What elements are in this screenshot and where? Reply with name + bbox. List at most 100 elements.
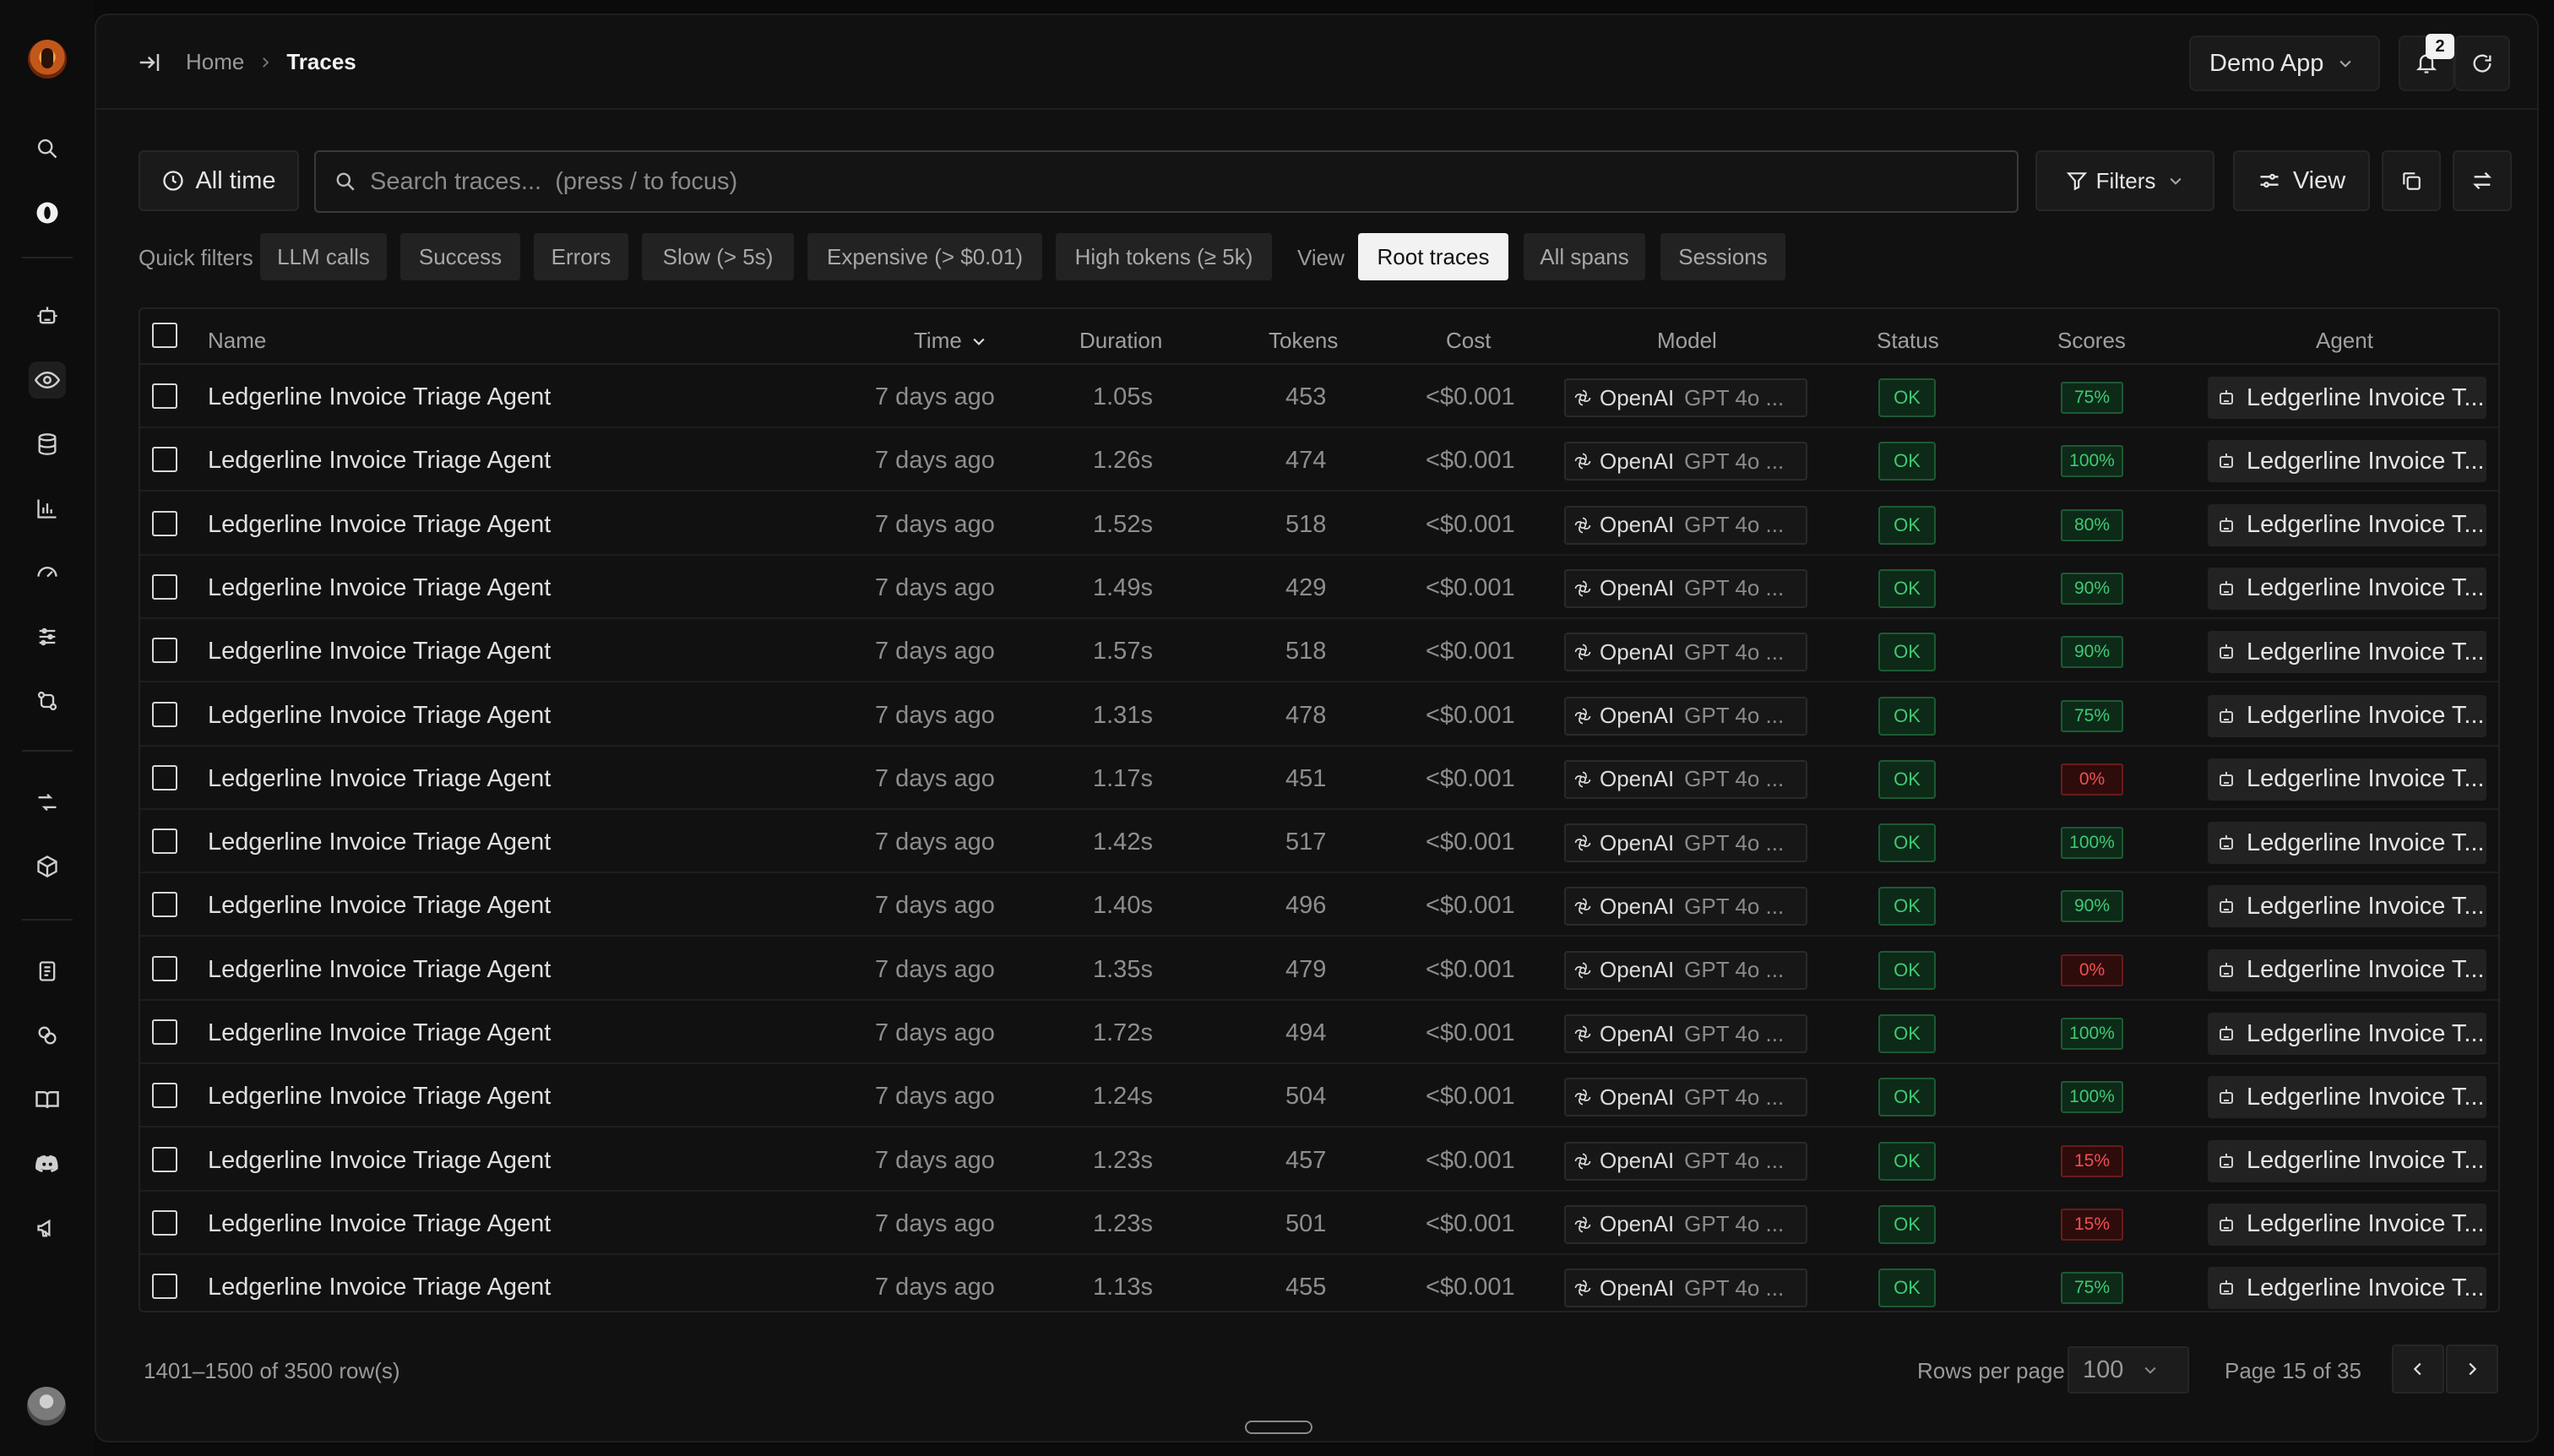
agent-chip[interactable]: Ledgerline Invoice T... [2208,822,2486,865]
row-checkbox[interactable] [152,701,177,727]
gauge-icon[interactable] [29,554,66,591]
row-checkbox[interactable] [152,1209,177,1236]
compare-icon[interactable] [29,784,66,821]
row-checkbox[interactable] [152,1274,177,1300]
table-row[interactable]: Ledgerline Invoice Triage Agent 7 days ag… [140,747,2498,810]
integrations-icon[interactable] [29,1017,66,1054]
row-checkbox[interactable] [152,638,177,664]
chip-success[interactable]: Success [400,233,520,280]
agent-chip[interactable]: Ledgerline Invoice T... [2208,758,2486,801]
brand-icon[interactable] [29,194,66,231]
view-button[interactable]: View [2233,150,2370,211]
table-row[interactable]: Ledgerline Invoice Triage Agent 7 days ag… [140,1001,2498,1064]
model-chip[interactable]: OpenAI GPT 4o ... [1564,950,1807,990]
model-chip[interactable]: OpenAI GPT 4o ... [1564,442,1807,481]
model-chip[interactable]: OpenAI GPT 4o ... [1564,823,1807,863]
flow-icon[interactable] [29,682,66,720]
model-chip[interactable]: OpenAI GPT 4o ... [1564,1141,1807,1181]
filters-button[interactable]: Filters [2035,150,2214,211]
model-chip[interactable]: OpenAI GPT 4o ... [1564,696,1807,736]
megaphone-icon[interactable] [29,1209,66,1247]
row-checkbox[interactable] [152,1083,177,1109]
theme-toggle-button[interactable] [2454,35,2510,91]
search-box[interactable] [314,150,2019,213]
app-logo[interactable] [28,40,67,79]
row-checkbox[interactable] [152,892,177,918]
chip-expensive[interactable]: Expensive (> $0.01) [807,233,1042,280]
breadcrumb-home[interactable]: Home [186,49,244,75]
col-time[interactable]: Time [914,328,987,354]
table-row[interactable]: Ledgerline Invoice Triage Agent 7 days ag… [140,365,2498,428]
agent-chip[interactable]: Ledgerline Invoice T... [2208,1139,2486,1182]
model-chip[interactable]: OpenAI GPT 4o ... [1564,378,1807,417]
time-range-button[interactable]: All time [139,150,299,211]
agent-chip[interactable]: Ledgerline Invoice T... [2208,948,2486,991]
next-page-button[interactable] [2446,1345,2498,1394]
row-checkbox[interactable] [152,573,177,600]
agent-chip[interactable]: Ledgerline Invoice T... [2208,440,2486,483]
model-chip[interactable]: OpenAI GPT 4o ... [1564,1078,1807,1117]
cube-icon[interactable] [29,848,66,885]
col-status[interactable]: Status [1877,328,1939,354]
select-all-checkbox[interactable] [152,323,177,348]
table-row[interactable]: Ledgerline Invoice Triage Agent 7 days ag… [140,1128,2498,1192]
row-checkbox[interactable] [152,1146,177,1172]
chip-slow[interactable]: Slow (> 5s) [642,233,794,280]
agent-chip[interactable]: Ledgerline Invoice T... [2208,1267,2486,1310]
col-duration[interactable]: Duration [1079,328,1162,354]
chip-errors[interactable]: Errors [534,233,628,280]
sliders-icon[interactable] [29,618,66,655]
chart-icon[interactable] [29,490,66,527]
search-input[interactable] [368,166,1976,197]
table-row[interactable]: Ledgerline Invoice Triage Agent 7 days ag… [140,1255,2498,1311]
agent-chip[interactable]: Ledgerline Invoice T... [2208,1076,2486,1119]
table-row[interactable]: Ledgerline Invoice Triage Agent 7 days ag… [140,492,2498,556]
user-avatar[interactable] [27,1387,66,1426]
discord-icon[interactable] [29,1145,66,1182]
agent-chip[interactable]: Ledgerline Invoice T... [2208,885,2486,928]
swap-button[interactable] [2453,150,2512,211]
table-row[interactable]: Ledgerline Invoice Triage Agent 7 days ag… [140,873,2498,937]
chip-llm-calls[interactable]: LLM calls [260,233,387,280]
col-cost[interactable]: Cost [1446,328,1491,354]
agent-chip[interactable]: Ledgerline Invoice T... [2208,694,2486,737]
table-row[interactable]: Ledgerline Invoice Triage Agent 7 days ag… [140,1192,2498,1255]
app-selector[interactable]: Demo App [2189,35,2380,91]
row-checkbox[interactable] [152,764,177,790]
chip-high-tokens[interactable]: High tokens (≥ 5k) [1056,233,1272,280]
eye-icon[interactable] [29,361,66,399]
database-icon[interactable] [29,426,66,463]
model-chip[interactable]: OpenAI GPT 4o ... [1564,1269,1807,1308]
agent-chip[interactable]: Ledgerline Invoice T... [2208,631,2486,674]
model-chip[interactable]: OpenAI GPT 4o ... [1564,887,1807,926]
copy-button[interactable] [2382,150,2441,211]
agent-chip[interactable]: Ledgerline Invoice T... [2208,377,2486,419]
col-tokens[interactable]: Tokens [1269,328,1338,354]
model-chip[interactable]: OpenAI GPT 4o ... [1564,633,1807,672]
model-chip[interactable]: OpenAI GPT 4o ... [1564,1204,1807,1244]
model-chip[interactable]: OpenAI GPT 4o ... [1564,1014,1807,1053]
row-checkbox[interactable] [152,510,177,536]
search-icon[interactable] [29,130,66,167]
book-icon[interactable] [29,1081,66,1118]
docs-icon[interactable] [29,953,66,990]
col-agent[interactable]: Agent [2316,328,2373,354]
col-model[interactable]: Model [1657,328,1717,354]
prev-page-button[interactable] [2392,1345,2444,1394]
agent-chip[interactable]: Ledgerline Invoice T... [2208,1013,2486,1055]
row-checkbox[interactable] [152,829,177,855]
rows-per-page-select[interactable]: 100 [2068,1346,2189,1394]
view-all-spans[interactable]: All spans [1524,233,1645,280]
model-chip[interactable]: OpenAI GPT 4o ... [1564,568,1807,608]
agent-chip[interactable]: Ledgerline Invoice T... [2208,567,2486,610]
table-row[interactable]: Ledgerline Invoice Triage Agent 7 days ag… [140,1064,2498,1128]
table-row[interactable]: Ledgerline Invoice Triage Agent 7 days ag… [140,683,2498,747]
view-sessions[interactable]: Sessions [1660,233,1785,280]
col-name[interactable]: Name [208,328,266,354]
row-checkbox[interactable] [152,1019,177,1045]
model-chip[interactable]: OpenAI GPT 4o ... [1564,759,1807,799]
table-row[interactable]: Ledgerline Invoice Triage Agent 7 days ag… [140,428,2498,492]
robot-icon[interactable] [29,297,66,334]
collapse-sidebar-icon[interactable] [137,50,162,75]
drag-handle[interactable] [1245,1421,1312,1434]
